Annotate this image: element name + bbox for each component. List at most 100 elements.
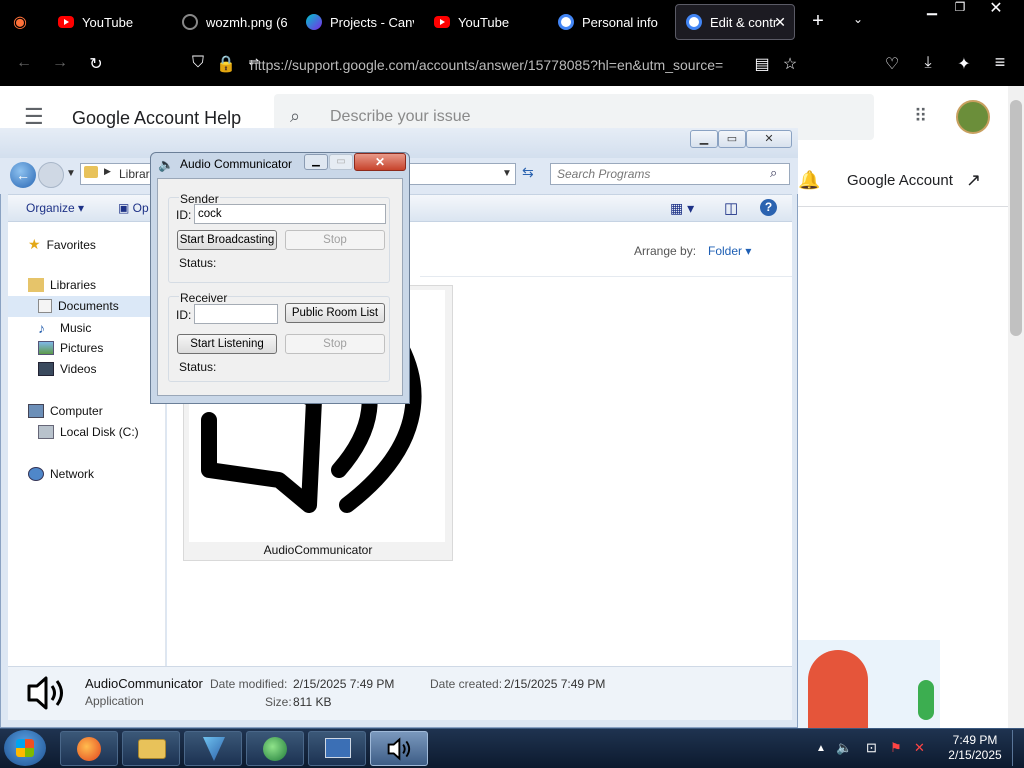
start-listening-button[interactable]: Start Listening — [177, 334, 277, 354]
url-bar[interactable]: https://support.google.com/accounts/answ… — [250, 52, 770, 78]
history-dropdown-icon[interactable]: ▼ — [66, 168, 76, 179]
tab-youtube-1[interactable]: YouTube — [48, 4, 166, 40]
taskbar-app-4[interactable] — [246, 731, 304, 766]
explorer-forward-icon[interactable] — [38, 162, 64, 188]
main-menu-icon[interactable]: ☰ — [24, 104, 44, 130]
tab-canva[interactable]: Projects - Canv — [296, 4, 414, 40]
google-icon — [558, 14, 574, 30]
tray-flag-icon[interactable]: ⚑ — [890, 740, 902, 756]
extensions-icon[interactable]: ✦ — [952, 54, 976, 74]
taskbar-explorer[interactable] — [122, 731, 180, 766]
windows-logo-icon — [16, 739, 34, 757]
public-room-list-button[interactable]: Public Room List — [285, 303, 385, 323]
start-broadcasting-button[interactable]: Start Broadcasting — [177, 230, 277, 250]
preview-pane-icon[interactable]: ◫ — [724, 199, 738, 217]
music-icon: ♪ — [38, 320, 45, 336]
help-center-title[interactable]: Google Account Help — [72, 108, 241, 129]
libraries-icon — [28, 278, 44, 292]
change-view-icon[interactable]: ▦ ▾ — [670, 200, 694, 217]
nav-label: Network — [50, 467, 95, 481]
dialog-minimize-icon[interactable]: ▁ — [304, 154, 328, 170]
reload-icon[interactable]: ↻ — [84, 54, 108, 74]
shield-icon[interactable]: ⛉ — [186, 54, 210, 72]
sender-id-input[interactable] — [194, 204, 386, 224]
reader-view-icon[interactable]: ▤ — [750, 54, 774, 74]
refresh-icon[interactable]: ⇆ — [522, 164, 534, 181]
firefox-menu-icon[interactable]: ◉ — [8, 12, 32, 32]
nav-label: Favorites — [46, 237, 96, 252]
lock-icon[interactable]: 🔒 — [214, 54, 238, 74]
dialog-speaker-icon: 🔈 — [158, 157, 175, 172]
new-tab-icon[interactable]: + — [806, 10, 830, 33]
nav-music[interactable]: ♪ Music — [38, 320, 91, 336]
youtube-icon — [434, 16, 450, 28]
tab-wozmh[interactable]: wozmh.png (6 — [172, 4, 290, 40]
window-minimize-icon[interactable]: ▁ — [920, 0, 944, 16]
nav-local-disk[interactable]: Local Disk (C:) — [38, 425, 139, 439]
notifications-bell-icon[interactable]: 🔔 — [798, 170, 820, 191]
arrange-by-dropdown[interactable]: Folder ▾ — [708, 244, 751, 258]
nav-label: Local Disk (C:) — [60, 425, 139, 439]
bookmark-star-icon[interactable]: ☆ — [778, 54, 802, 74]
organize-label: Organize — [26, 201, 75, 215]
explorer-maximize-icon[interactable]: ▭ — [718, 130, 746, 148]
clock-time: 7:49 PM — [952, 733, 998, 747]
tab-label: YouTube — [458, 14, 510, 30]
explorer-search-input[interactable]: Search Programs — [550, 163, 790, 185]
sender-stop-button: Stop — [285, 230, 385, 250]
pocket-icon[interactable]: ♡ — [880, 54, 904, 74]
explorer-minimize-icon[interactable]: ▁ — [690, 130, 718, 148]
tray-mute-icon[interactable]: ✕ — [914, 740, 925, 756]
nav-libraries[interactable]: Libraries — [28, 278, 96, 292]
nav-favorites[interactable]: ★ Favorites — [28, 236, 96, 253]
taskbar-audio-communicator[interactable] — [370, 731, 428, 766]
organize-button[interactable]: Organize ▾ — [26, 201, 84, 215]
taskbar-firefox[interactable] — [60, 731, 118, 766]
tray-speaker-icon[interactable]: 🔈 — [836, 740, 852, 756]
explorer-back-icon[interactable]: ← — [10, 162, 36, 188]
google-account-link[interactable]: Google Account — [847, 172, 953, 189]
search-icon[interactable]: ⌕ — [290, 106, 300, 127]
tab-edit-control[interactable]: Edit & contr ✕ — [675, 4, 795, 40]
page-scrollbar-thumb[interactable] — [1010, 100, 1022, 336]
nav-label: Videos — [60, 362, 97, 376]
nav-videos[interactable]: Videos — [38, 362, 96, 376]
dialog-close-icon[interactable]: ✕ — [354, 153, 406, 171]
nav-computer[interactable]: Computer — [28, 404, 103, 418]
tray-network-icon[interactable]: ⊡ — [866, 740, 877, 756]
show-hidden-icons-icon[interactable]: ▲ — [816, 743, 826, 754]
tab-personal-info[interactable]: Personal info — [548, 4, 666, 40]
receiver-stop-button: Stop — [285, 334, 385, 354]
start-button[interactable] — [4, 730, 46, 766]
avatar[interactable] — [956, 100, 990, 134]
pictures-icon — [38, 341, 54, 355]
forward-icon[interactable]: → — [48, 54, 72, 72]
tab-list-chevron-icon[interactable]: ⌄ — [846, 12, 870, 26]
breadcrumb-arrow-icon[interactable]: ▶ — [104, 166, 111, 177]
taskbar-clock[interactable]: 7:49 PM 2/15/2025 — [940, 733, 1010, 763]
taskbar-app-5[interactable] — [308, 731, 366, 766]
nav-pictures[interactable]: Pictures — [38, 341, 103, 355]
explorer-search-icon[interactable]: ⌕ — [770, 165, 777, 181]
open-button[interactable]: ▣ Op — [118, 201, 149, 215]
nav-documents[interactable]: Documents — [38, 299, 119, 313]
download-icon[interactable]: ⤓ — [916, 54, 940, 72]
tab-youtube-2[interactable]: YouTube — [424, 4, 542, 40]
window-close-icon[interactable]: ✕ — [984, 0, 1008, 18]
explorer-close-icon[interactable]: ✕ — [746, 130, 792, 148]
receiver-id-input[interactable] — [194, 304, 278, 324]
show-desktop-button[interactable] — [1012, 730, 1022, 766]
hamburger-menu-icon[interactable]: ≡ — [988, 52, 1012, 73]
nav-network[interactable]: Network — [28, 467, 94, 481]
apps-grid-icon[interactable]: ⠿ — [914, 106, 927, 127]
receiver-status-label: Status: — [179, 360, 217, 374]
taskbar-app-3[interactable] — [184, 731, 242, 766]
help-search-input[interactable]: Describe your issue — [330, 108, 471, 126]
address-dropdown-icon[interactable]: ▼ — [502, 168, 512, 179]
window-restore-icon[interactable]: ❐ — [948, 0, 972, 14]
close-tab-icon[interactable]: ✕ — [774, 14, 786, 31]
back-icon[interactable]: ← — [12, 54, 36, 72]
external-link-icon[interactable]: ↗ — [966, 170, 981, 191]
tab-label: Edit & contr — [710, 14, 778, 30]
help-icon[interactable]: ? — [760, 199, 777, 216]
